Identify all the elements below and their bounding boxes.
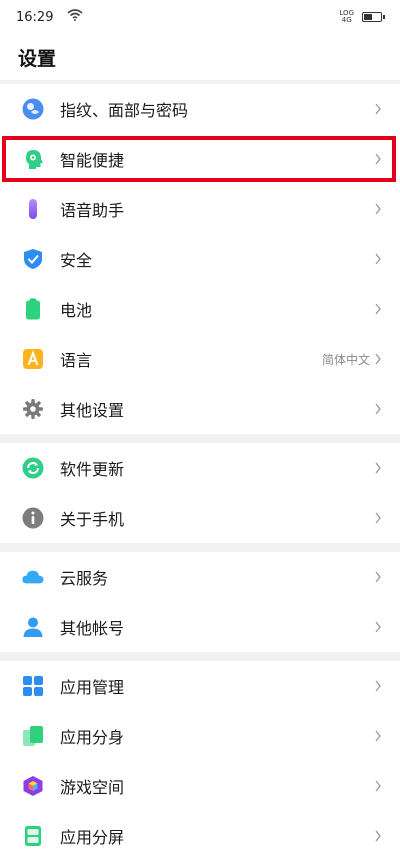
- chevron-right-icon: [374, 780, 382, 792]
- microphone-icon: [22, 198, 44, 220]
- chevron-right-icon: [374, 680, 382, 692]
- chevron-right-icon: [374, 353, 382, 365]
- person-icon: [22, 616, 44, 638]
- settings-item-label: 应用管理: [60, 678, 125, 697]
- language-value: 简体中文: [321, 352, 370, 367]
- chevron-right-icon: [374, 103, 382, 115]
- section-divider: [0, 652, 400, 661]
- chevron-right-icon: [374, 403, 382, 415]
- network-label-bottom: 4G: [341, 16, 352, 24]
- section-divider: [0, 543, 400, 552]
- chevron-right-icon: [374, 512, 382, 524]
- language-icon: [22, 348, 44, 370]
- settings-item-smart-assist[interactable]: 智能便捷: [0, 134, 400, 184]
- settings-item-label: 语言: [60, 351, 93, 370]
- gear-icon: [22, 398, 44, 420]
- settings-item-voice-assistant[interactable]: 语音助手: [0, 184, 400, 234]
- chevron-right-icon: [374, 830, 382, 842]
- info-icon: [22, 507, 44, 529]
- status-time: 16:29: [16, 9, 54, 25]
- page-title: 设置: [18, 47, 57, 70]
- network-type-indicator: LOG 4G: [339, 10, 354, 24]
- settings-item-app-management[interactable]: 应用管理: [0, 661, 400, 711]
- chevron-right-icon: [374, 571, 382, 583]
- settings-item-split-screen[interactable]: 应用分屏: [0, 811, 400, 855]
- wifi-icon: [67, 9, 83, 25]
- battery-icon: [362, 12, 385, 22]
- fingerprint-face-icon: [22, 98, 44, 120]
- cloud-icon: [22, 566, 44, 588]
- chevron-right-icon: [374, 462, 382, 474]
- settings-item-label: 其他帐号: [60, 619, 125, 638]
- apps-grid-icon: [22, 675, 44, 697]
- shield-icon: [22, 248, 44, 270]
- split-screen-icon: [22, 825, 44, 847]
- settings-item-label: 其他设置: [60, 401, 125, 420]
- settings-item-label: 语音助手: [60, 201, 125, 220]
- settings-item-language[interactable]: 语言 简体中文: [0, 334, 400, 384]
- settings-item-label: 应用分身: [60, 728, 125, 747]
- settings-item-label: 应用分屏: [60, 828, 125, 847]
- chevron-right-icon: [374, 153, 382, 165]
- settings-list: 指纹、面部与密码 智能便捷 语音助手 安全 电池 语言 简体中文 其他设置 软件…: [0, 84, 400, 855]
- settings-item-label: 云服务: [60, 569, 109, 588]
- settings-item-app-clone[interactable]: 应用分身: [0, 711, 400, 761]
- settings-item-other-settings[interactable]: 其他设置: [0, 384, 400, 434]
- chevron-right-icon: [374, 203, 382, 215]
- chevron-right-icon: [374, 730, 382, 742]
- chevron-right-icon: [374, 621, 382, 633]
- settings-item-battery[interactable]: 电池: [0, 284, 400, 334]
- settings-item-label: 安全: [60, 251, 93, 270]
- settings-item-about-phone[interactable]: 关于手机: [0, 493, 400, 543]
- status-bar: 16:29 LOG 4G: [0, 0, 400, 34]
- settings-item-label: 电池: [60, 301, 93, 320]
- settings-item-label: 指纹、面部与密码: [60, 101, 189, 120]
- app-clone-icon: [22, 725, 44, 747]
- settings-item-label: 软件更新: [60, 460, 125, 479]
- section-divider: [0, 434, 400, 443]
- settings-item-fingerprint-face-password[interactable]: 指纹、面部与密码: [0, 84, 400, 134]
- settings-item-other-accounts[interactable]: 其他帐号: [0, 602, 400, 652]
- settings-item-game-space[interactable]: 游戏空间: [0, 761, 400, 811]
- settings-item-security[interactable]: 安全: [0, 234, 400, 284]
- smart-assist-icon: [22, 148, 44, 170]
- battery-icon: [22, 298, 44, 320]
- chevron-right-icon: [374, 303, 382, 315]
- game-cube-icon: [22, 775, 44, 797]
- settings-item-label: 游戏空间: [60, 778, 125, 797]
- settings-item-label: 智能便捷: [60, 151, 125, 170]
- settings-item-label: 关于手机: [60, 510, 125, 529]
- settings-item-cloud-service[interactable]: 云服务: [0, 552, 400, 602]
- update-icon: [22, 457, 44, 479]
- settings-item-software-update[interactable]: 软件更新: [0, 443, 400, 493]
- chevron-right-icon: [374, 253, 382, 265]
